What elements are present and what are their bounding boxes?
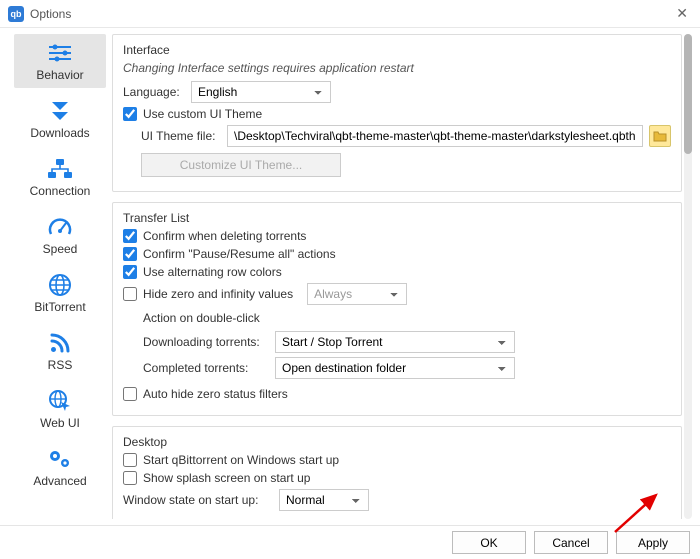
- gears-icon: [45, 446, 75, 472]
- auto-hide-zero-label: Auto hide zero status filters: [143, 387, 288, 401]
- splash-checkbox[interactable]: [123, 471, 137, 485]
- dialog-footer: OK Cancel Apply: [0, 525, 700, 559]
- sidebar-item-behavior[interactable]: Behavior: [14, 34, 106, 88]
- sidebar-item-label: RSS: [48, 358, 73, 372]
- sidebar-item-label: Web UI: [40, 416, 80, 430]
- window-title: Options: [30, 7, 672, 21]
- ok-button[interactable]: OK: [452, 531, 526, 554]
- sidebar-item-label: Behavior: [36, 68, 83, 82]
- apply-button[interactable]: Apply: [616, 531, 690, 554]
- group-transfer-list: Transfer List Confirm when deleting torr…: [112, 202, 682, 416]
- hide-zero-checkbox[interactable]: [123, 287, 137, 301]
- alt-rows-checkbox[interactable]: [123, 265, 137, 279]
- sidebar-item-speed[interactable]: Speed: [14, 208, 106, 262]
- scrollbar[interactable]: [684, 34, 692, 519]
- group-desktop: Desktop Start qBittorrent on Windows sta…: [112, 426, 682, 519]
- window-state-select[interactable]: Normal: [279, 489, 369, 511]
- app-icon: qb: [8, 6, 24, 22]
- sidebar-item-bittorrent[interactable]: BitTorrent: [14, 266, 106, 320]
- sidebar-item-advanced[interactable]: Advanced: [14, 440, 106, 494]
- start-on-windows-label: Start qBittorrent on Windows start up: [143, 453, 339, 467]
- confirm-delete-label: Confirm when deleting torrents: [143, 229, 306, 243]
- theme-file-input[interactable]: [227, 125, 643, 147]
- folder-icon: [653, 130, 667, 142]
- confirm-pause-label: Confirm "Pause/Resume all" actions: [143, 247, 336, 261]
- downloading-label: Downloading torrents:: [143, 335, 269, 349]
- sidebar-item-label: Speed: [43, 242, 78, 256]
- sidebar-item-label: Downloads: [30, 126, 89, 140]
- browse-folder-button[interactable]: [649, 125, 671, 147]
- theme-file-label: UI Theme file:: [141, 129, 221, 143]
- gauge-icon: [45, 214, 75, 240]
- use-custom-theme-label: Use custom UI Theme: [143, 107, 262, 121]
- globe-icon: [45, 272, 75, 298]
- sidebar: Behavior Downloads Connection Speed BitT…: [0, 28, 110, 525]
- content-panel: Interface Changing Interface settings re…: [112, 34, 682, 519]
- hide-zero-mode-select[interactable]: Always: [307, 283, 407, 305]
- hide-zero-label: Hide zero and infinity values: [143, 287, 293, 301]
- group-interface: Interface Changing Interface settings re…: [112, 34, 682, 192]
- downloading-action-select[interactable]: Start / Stop Torrent: [275, 331, 515, 353]
- close-icon[interactable]: ✕: [672, 5, 692, 22]
- completed-label: Completed torrents:: [143, 361, 269, 375]
- confirm-delete-checkbox[interactable]: [123, 229, 137, 243]
- completed-action-select[interactable]: Open destination folder: [275, 357, 515, 379]
- sidebar-item-webui[interactable]: Web UI: [14, 382, 106, 436]
- action-dblclick-title: Action on double-click: [143, 311, 671, 325]
- group-title: Transfer List: [123, 211, 671, 225]
- splash-label: Show splash screen on start up: [143, 471, 310, 485]
- window-state-label: Window state on start up:: [123, 493, 273, 507]
- sidebar-item-connection[interactable]: Connection: [14, 150, 106, 204]
- sidebar-item-rss[interactable]: RSS: [14, 324, 106, 378]
- scrollbar-thumb[interactable]: [684, 34, 692, 154]
- sliders-icon: [45, 40, 75, 66]
- language-select[interactable]: English: [191, 81, 331, 103]
- rss-icon: [45, 330, 75, 356]
- interface-note: Changing Interface settings requires app…: [123, 61, 671, 75]
- group-title: Desktop: [123, 435, 671, 449]
- network-icon: [45, 156, 75, 182]
- group-title: Interface: [123, 43, 671, 57]
- customize-theme-button[interactable]: Customize UI Theme...: [141, 153, 341, 177]
- alt-rows-label: Use alternating row colors: [143, 265, 282, 279]
- globe-pointer-icon: [45, 388, 75, 414]
- sidebar-item-label: Connection: [30, 184, 91, 198]
- download-icon: [45, 98, 75, 124]
- use-custom-theme-checkbox[interactable]: [123, 107, 137, 121]
- titlebar: qb Options ✕: [0, 0, 700, 28]
- sidebar-item-downloads[interactable]: Downloads: [14, 92, 106, 146]
- confirm-pause-checkbox[interactable]: [123, 247, 137, 261]
- start-on-windows-checkbox[interactable]: [123, 453, 137, 467]
- sidebar-item-label: Advanced: [33, 474, 86, 488]
- auto-hide-zero-checkbox[interactable]: [123, 387, 137, 401]
- language-label: Language:: [123, 85, 185, 99]
- cancel-button[interactable]: Cancel: [534, 531, 608, 554]
- sidebar-item-label: BitTorrent: [34, 300, 85, 314]
